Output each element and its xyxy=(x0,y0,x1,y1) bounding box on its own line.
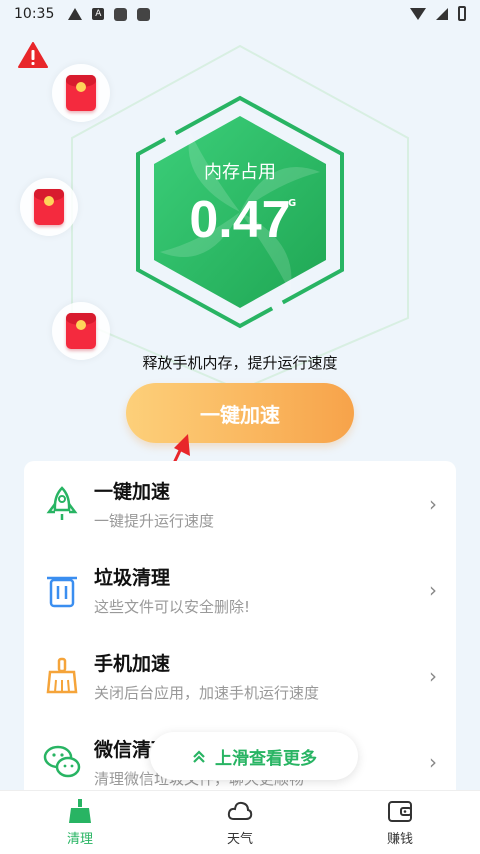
feature-row-boost[interactable]: 一键加速 一键提升运行速度 › xyxy=(24,461,456,547)
notification-icon xyxy=(137,7,151,21)
red-envelope-icon xyxy=(66,313,96,349)
memory-unit: G xyxy=(288,198,297,209)
memory-label: 内存占用 xyxy=(204,162,276,183)
chevron-right-icon: › xyxy=(429,578,437,602)
cloud-icon xyxy=(227,801,253,820)
swipe-up-more-button[interactable]: 上滑查看更多 xyxy=(150,732,358,780)
tab-label: 赚钱 xyxy=(386,832,413,847)
feature-title: 垃圾清理 xyxy=(94,567,171,589)
feature-desc: 关闭后台应用，加速手机运行速度 xyxy=(94,684,320,702)
tab-label: 清理 xyxy=(66,832,93,847)
red-envelope-button[interactable] xyxy=(20,178,78,236)
battery-icon xyxy=(458,6,466,21)
alert-icon xyxy=(68,8,83,20)
wifi-icon xyxy=(410,7,426,20)
chevron-right-icon: › xyxy=(429,750,437,774)
red-envelope-button[interactable] xyxy=(52,64,110,122)
tab-label: 天气 xyxy=(226,832,253,847)
status-time: 10:35 xyxy=(14,6,55,22)
feature-row-junk-clean[interactable]: 垃圾清理 这些文件可以安全删除! › xyxy=(24,547,456,633)
feature-title: 手机加速 xyxy=(94,653,171,675)
double-chevron-up-icon xyxy=(193,750,205,763)
bottom-nav: 清理 天气 赚钱 xyxy=(0,790,480,854)
trash-icon xyxy=(47,576,77,608)
broom-icon xyxy=(46,657,78,694)
feature-desc: 一键提升运行速度 xyxy=(94,512,215,530)
broom-icon xyxy=(69,799,91,823)
chevron-right-icon: › xyxy=(429,664,437,688)
swipe-up-label: 上滑查看更多 xyxy=(215,748,317,769)
a-icon: A xyxy=(92,8,105,20)
red-envelope-icon xyxy=(34,189,64,225)
red-envelope-icon xyxy=(66,75,96,111)
hero-subtitle: 释放手机内存，提升运行速度 xyxy=(142,354,338,372)
notification-icon xyxy=(114,7,128,21)
tab-clean[interactable]: 清理 xyxy=(0,791,160,854)
wechat-icon xyxy=(43,745,81,778)
feature-title: 一键加速 xyxy=(94,481,171,503)
chevron-right-icon: › xyxy=(429,492,437,516)
wallet-icon xyxy=(388,801,412,822)
signal-icon xyxy=(436,7,448,20)
status-bar: 10:35 A xyxy=(0,0,480,28)
tab-earn[interactable]: 赚钱 xyxy=(320,791,480,854)
feature-desc: 这些文件可以安全删除! xyxy=(94,598,251,616)
rocket-icon xyxy=(46,486,78,520)
memory-value: 0.47 xyxy=(189,191,291,249)
feature-row-phone-boost[interactable]: 手机加速 关闭后台应用，加速手机运行速度 › xyxy=(24,633,456,719)
tab-weather[interactable]: 天气 xyxy=(160,791,320,854)
